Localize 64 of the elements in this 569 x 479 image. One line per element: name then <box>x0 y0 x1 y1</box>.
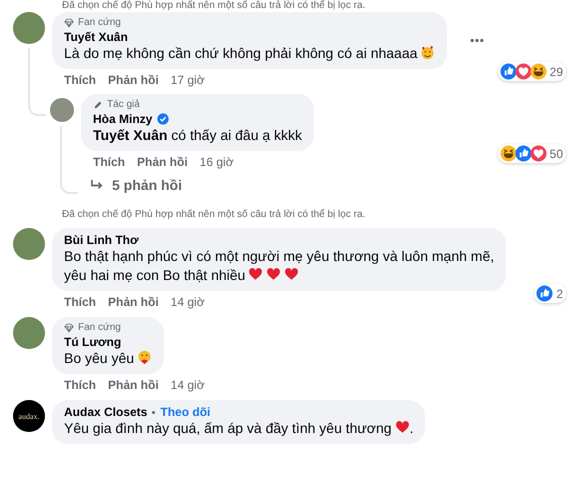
reaction-summary[interactable]: 29 <box>498 62 566 81</box>
diamond-icon <box>64 322 74 332</box>
reaction-count: 50 <box>550 146 563 160</box>
like-reaction-icon <box>514 145 532 162</box>
comment-text-end: . <box>410 420 414 436</box>
reply-link[interactable]: Phản hồi <box>108 73 159 87</box>
filter-note: Đã chọn chế độ Phù hợp nhất nên một số câu trả lời có thể bị lọc ra. <box>61 208 366 222</box>
like-link[interactable]: Thích <box>64 295 96 309</box>
comment-text: Bo yêu yêu <box>64 350 134 366</box>
comment-text: Tuyết Xuân có thấy ai đâu ạ kkkk <box>93 127 302 143</box>
badge-label: Fan cứng <box>78 17 121 28</box>
like-link[interactable]: Thích <box>64 378 96 392</box>
reply-arrow-icon <box>90 178 105 192</box>
thread-line <box>28 48 46 116</box>
love-reaction-icon <box>514 63 532 80</box>
comment-text: yêu hai mẹ con Bo thật nhiều <box>64 267 246 283</box>
heart-icon <box>284 267 300 282</box>
reply-link[interactable]: Phản hồi <box>108 378 159 392</box>
reaction-count: 29 <box>550 64 563 78</box>
comment-text: Là do mẹ không cần chứ không phải không có ai nhaaaa <box>64 45 418 61</box>
avatar-photo[interactable] <box>13 228 45 260</box>
follow-link[interactable]: Theo dõi <box>160 405 210 419</box>
filter-note: Đã chọn chế độ Phù hợp nhất nên một số câu trả lời có thể bị lọc ra. <box>61 0 366 12</box>
like-link[interactable]: Thích <box>93 155 125 169</box>
author-name[interactable]: Hòa Minzy <box>93 112 152 126</box>
smiling-face-icon <box>420 45 436 60</box>
reply-link[interactable]: Phản hồi <box>108 295 159 309</box>
timestamp[interactable]: 14 giờ <box>170 295 205 309</box>
like-link[interactable]: Thích <box>64 73 96 87</box>
thread-line <box>60 126 78 194</box>
timestamp[interactable]: 16 giờ <box>200 155 234 169</box>
comment-text: Yêu gia đình này quá, ấm áp và đầy tình yêu thương <box>64 420 392 436</box>
more-options-icon[interactable] <box>469 38 486 43</box>
like-reaction-icon <box>500 63 517 80</box>
comment-text: Bo thật hạnh phúc vì có một người mẹ yêu thương và luôn mạnh mẽ, <box>64 248 494 264</box>
heart-icon <box>248 267 264 282</box>
avatar-photo[interactable] <box>13 317 45 349</box>
badge-label: Tác giả <box>107 99 140 110</box>
heart-icon <box>266 267 282 282</box>
author-name[interactable]: Bùi Linh Thơ <box>64 233 139 247</box>
hugging-face-icon <box>137 350 152 365</box>
author-name[interactable]: Tú Lương <box>64 335 122 349</box>
like-reaction-icon <box>536 285 554 302</box>
badge-label: Fan cứng <box>78 322 121 333</box>
reaction-summary[interactable]: 2 <box>534 284 566 303</box>
timestamp[interactable]: 17 giờ <box>170 73 205 87</box>
avatar-photo[interactable] <box>13 12 45 44</box>
love-reaction-icon <box>530 145 547 162</box>
avatar-photo[interactable] <box>50 98 74 122</box>
reaction-summary[interactable]: 50 <box>498 144 566 163</box>
heart-icon <box>394 420 410 435</box>
laughing-reaction-icon <box>530 63 547 80</box>
view-replies-link[interactable]: 5 phản hồi <box>90 177 569 193</box>
author-name[interactable]: Tuyết Xuân <box>64 30 128 44</box>
logo-avatar[interactable]: audax. <box>13 400 45 432</box>
timestamp[interactable]: 14 giờ <box>170 378 205 392</box>
author-name[interactable]: Audax Closets <box>64 405 148 419</box>
reaction-count: 2 <box>556 286 563 300</box>
laughing-reaction-icon <box>500 145 517 162</box>
separator-dot <box>152 410 156 414</box>
reply-link[interactable]: Phản hồi <box>137 155 188 169</box>
pencil-icon <box>93 100 103 110</box>
diamond-icon <box>64 18 74 28</box>
verified-badge-icon <box>157 113 170 125</box>
